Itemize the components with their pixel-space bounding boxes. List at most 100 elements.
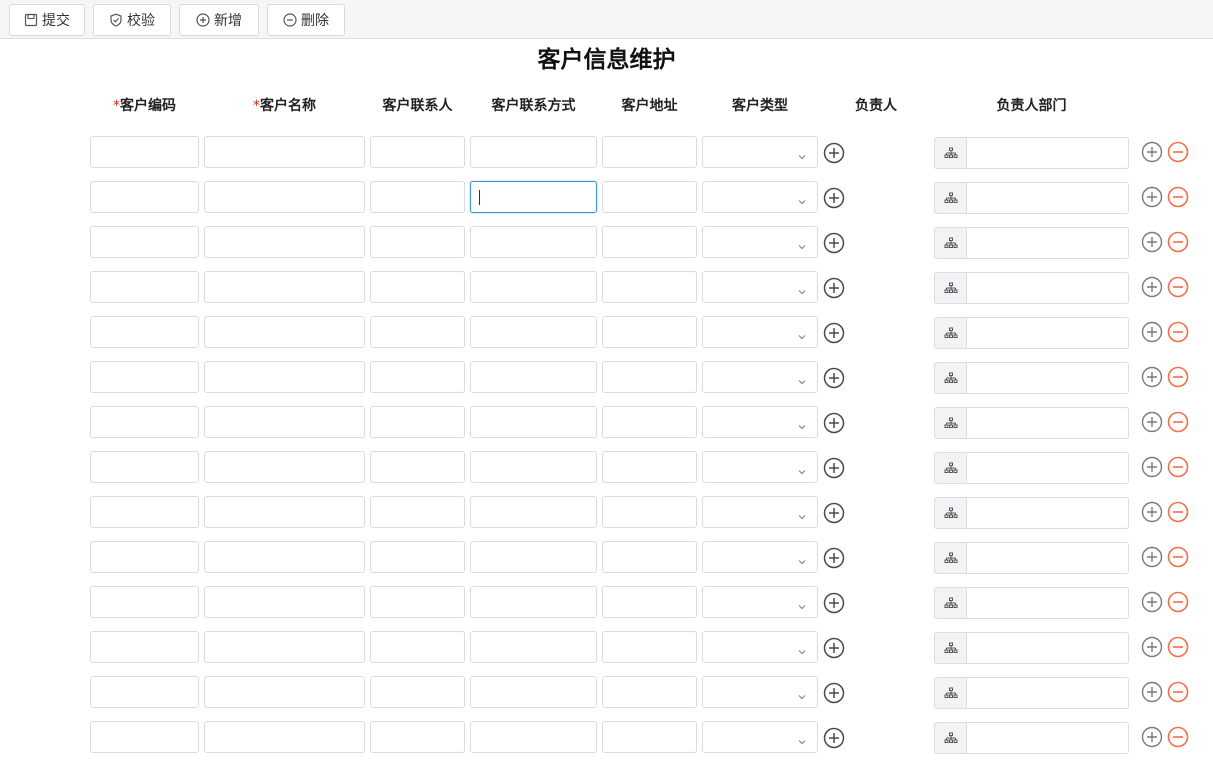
contact-method-input[interactable]	[470, 136, 597, 168]
customer-type-select[interactable]	[702, 451, 818, 483]
owner-dept-input[interactable]	[966, 722, 1129, 754]
org-tree-icon[interactable]	[934, 407, 966, 439]
row-delete-icon[interactable]	[1167, 501, 1189, 523]
address-input[interactable]	[602, 406, 697, 438]
customer-code-input[interactable]	[90, 136, 199, 168]
address-input[interactable]	[602, 451, 697, 483]
row-delete-icon[interactable]	[1167, 231, 1189, 253]
customer-code-input[interactable]	[90, 541, 199, 573]
customer-code-input[interactable]	[90, 181, 199, 213]
customer-name-input[interactable]	[204, 271, 365, 303]
org-tree-icon[interactable]	[934, 542, 966, 574]
customer-name-input[interactable]	[204, 136, 365, 168]
contact-person-input[interactable]	[370, 451, 465, 483]
row-delete-icon[interactable]	[1167, 546, 1189, 568]
address-input[interactable]	[602, 361, 697, 393]
contact-person-input[interactable]	[370, 541, 465, 573]
org-tree-icon[interactable]	[934, 677, 966, 709]
owner-add-icon[interactable]	[823, 457, 845, 479]
customer-code-input[interactable]	[90, 586, 199, 618]
customer-type-select[interactable]	[702, 181, 818, 213]
row-add-icon[interactable]	[1141, 591, 1163, 613]
address-input[interactable]	[602, 136, 697, 168]
customer-code-input[interactable]	[90, 226, 199, 258]
customer-code-input[interactable]	[90, 676, 199, 708]
org-tree-icon[interactable]	[934, 497, 966, 529]
org-tree-icon[interactable]	[934, 272, 966, 304]
owner-dept-input[interactable]	[966, 677, 1129, 709]
contact-person-input[interactable]	[370, 586, 465, 618]
owner-add-icon[interactable]	[823, 727, 845, 749]
address-input[interactable]	[602, 586, 697, 618]
address-input[interactable]	[602, 316, 697, 348]
owner-add-icon[interactable]	[823, 142, 845, 164]
row-delete-icon[interactable]	[1167, 456, 1189, 478]
contact-method-input[interactable]	[470, 541, 597, 573]
row-add-icon[interactable]	[1141, 726, 1163, 748]
customer-name-input[interactable]	[204, 181, 365, 213]
row-delete-icon[interactable]	[1167, 591, 1189, 613]
customer-type-select[interactable]	[702, 136, 818, 168]
contact-person-input[interactable]	[370, 271, 465, 303]
customer-name-input[interactable]	[204, 406, 365, 438]
row-add-icon[interactable]	[1141, 186, 1163, 208]
customer-name-input[interactable]	[204, 361, 365, 393]
row-delete-icon[interactable]	[1167, 321, 1189, 343]
contact-person-input[interactable]	[370, 406, 465, 438]
owner-dept-input[interactable]	[966, 182, 1129, 214]
org-tree-icon[interactable]	[934, 137, 966, 169]
owner-dept-input[interactable]	[966, 137, 1129, 169]
contact-method-input[interactable]	[470, 181, 597, 213]
org-tree-icon[interactable]	[934, 722, 966, 754]
owner-add-icon[interactable]	[823, 322, 845, 344]
address-input[interactable]	[602, 226, 697, 258]
row-delete-icon[interactable]	[1167, 726, 1189, 748]
owner-dept-input[interactable]	[966, 497, 1129, 529]
submit-button[interactable]: 提交	[9, 4, 85, 36]
row-delete-icon[interactable]	[1167, 411, 1189, 433]
owner-add-icon[interactable]	[823, 502, 845, 524]
row-delete-icon[interactable]	[1167, 366, 1189, 388]
customer-name-input[interactable]	[204, 586, 365, 618]
customer-name-input[interactable]	[204, 451, 365, 483]
owner-dept-input[interactable]	[966, 272, 1129, 304]
row-add-icon[interactable]	[1141, 636, 1163, 658]
owner-add-icon[interactable]	[823, 412, 845, 434]
owner-add-icon[interactable]	[823, 637, 845, 659]
owner-add-icon[interactable]	[823, 682, 845, 704]
delete-button[interactable]: 删除	[267, 4, 345, 36]
owner-dept-input[interactable]	[966, 317, 1129, 349]
contact-method-input[interactable]	[470, 271, 597, 303]
address-input[interactable]	[602, 271, 697, 303]
contact-person-input[interactable]	[370, 721, 465, 753]
contact-person-input[interactable]	[370, 181, 465, 213]
customer-code-input[interactable]	[90, 496, 199, 528]
customer-code-input[interactable]	[90, 361, 199, 393]
customer-type-select[interactable]	[702, 496, 818, 528]
org-tree-icon[interactable]	[934, 317, 966, 349]
customer-code-input[interactable]	[90, 406, 199, 438]
contact-method-input[interactable]	[470, 226, 597, 258]
org-tree-icon[interactable]	[934, 587, 966, 619]
customer-type-select[interactable]	[702, 586, 818, 618]
address-input[interactable]	[602, 676, 697, 708]
owner-add-icon[interactable]	[823, 592, 845, 614]
row-add-icon[interactable]	[1141, 321, 1163, 343]
row-add-icon[interactable]	[1141, 681, 1163, 703]
row-delete-icon[interactable]	[1167, 681, 1189, 703]
customer-type-select[interactable]	[702, 406, 818, 438]
row-add-icon[interactable]	[1141, 231, 1163, 253]
customer-type-select[interactable]	[702, 361, 818, 393]
customer-type-select[interactable]	[702, 631, 818, 663]
address-input[interactable]	[602, 541, 697, 573]
contact-person-input[interactable]	[370, 361, 465, 393]
customer-name-input[interactable]	[204, 226, 365, 258]
owner-add-icon[interactable]	[823, 277, 845, 299]
address-input[interactable]	[602, 721, 697, 753]
customer-type-select[interactable]	[702, 226, 818, 258]
owner-dept-input[interactable]	[966, 227, 1129, 259]
customer-name-input[interactable]	[204, 631, 365, 663]
owner-add-icon[interactable]	[823, 187, 845, 209]
org-tree-icon[interactable]	[934, 227, 966, 259]
contact-method-input[interactable]	[470, 361, 597, 393]
